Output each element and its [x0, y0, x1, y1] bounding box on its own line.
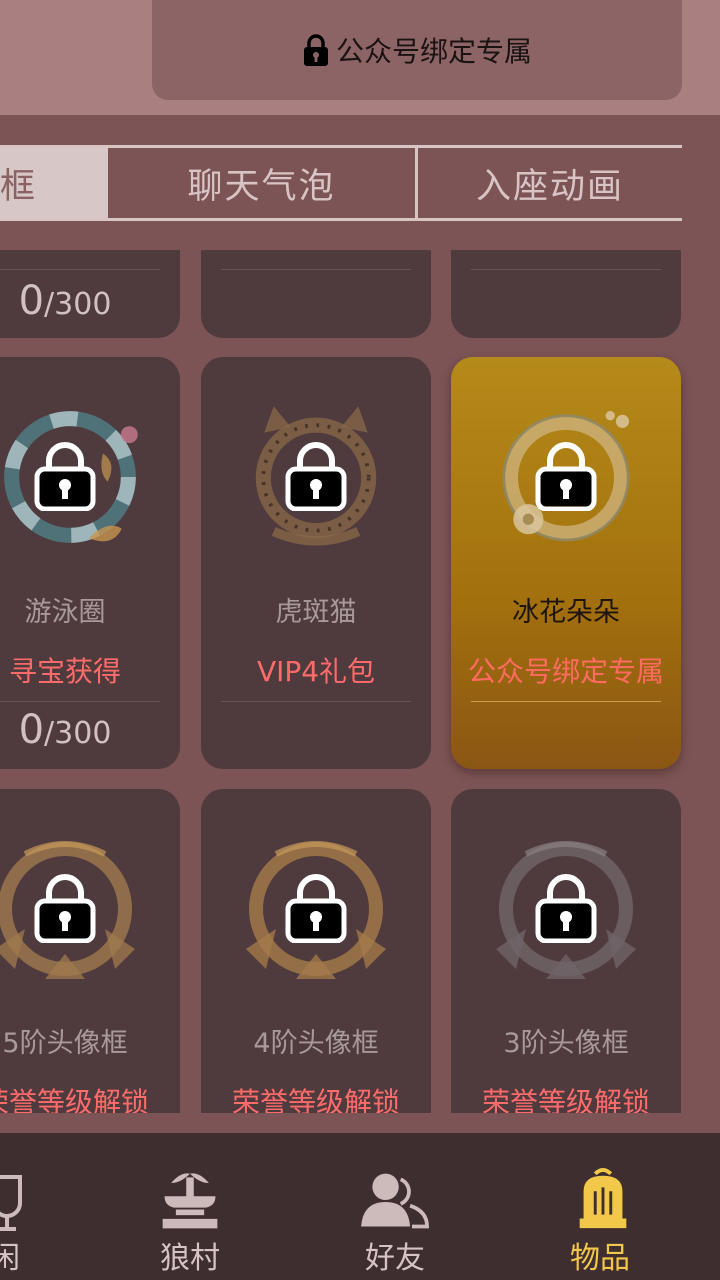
- fountain-icon: [162, 1173, 218, 1229]
- item-source: 荣誉等级解锁: [0, 1086, 149, 1113]
- item-source: 寻宝获得: [8, 655, 121, 688]
- progress-count: 0/300: [18, 278, 112, 324]
- nav-item-wolf-village[interactable]: 狼村: [140, 1133, 240, 1280]
- wechat-binding-banner[interactable]: 公众号绑定专属: [152, 0, 682, 100]
- item-card-tier3-frame[interactable]: 3阶头像框 荣誉等级解锁: [451, 789, 681, 1113]
- lock-icon: [535, 874, 597, 943]
- progress-count: 0/300: [18, 707, 112, 753]
- nav-item-friends[interactable]: 好友: [345, 1133, 445, 1280]
- item-card[interactable]: [201, 250, 431, 338]
- lock-icon: [285, 442, 347, 511]
- bottom-nav: 闲 狼村 好友 物品: [0, 1133, 720, 1280]
- item-card[interactable]: 0/300: [0, 250, 180, 338]
- tab-seat-animation[interactable]: 入座动画: [418, 148, 682, 218]
- lock-icon: [34, 442, 96, 511]
- lock-icon: [285, 874, 347, 943]
- cup-icon: [0, 1175, 22, 1231]
- friends-icon: [361, 1173, 429, 1229]
- lock-icon: [34, 874, 96, 943]
- item-grid: 0/300 游泳圈 寻宝获得 0/300 虎斑猫 VIP4礼包 冰花朵朵 公众号…: [0, 250, 720, 1113]
- banner-label: 公众号绑定专属: [335, 35, 532, 68]
- item-card-tiger-cat[interactable]: 虎斑猫 VIP4礼包: [201, 357, 431, 769]
- item-source: 荣誉等级解锁: [481, 1086, 650, 1113]
- item-source: 荣誉等级解锁: [231, 1086, 400, 1113]
- item-card-tier5-frame[interactable]: 5阶头像框 荣誉等级解锁: [0, 789, 180, 1113]
- card-divider: [0, 701, 160, 702]
- item-card-ice-flower[interactable]: 冰花朵朵 公众号绑定专属: [451, 357, 681, 769]
- bag-icon: [579, 1167, 627, 1229]
- item-source: 公众号绑定专属: [467, 655, 664, 688]
- category-tabs: 框 聊天气泡 入座动画: [0, 145, 682, 221]
- nav-item-items[interactable]: 物品: [555, 1133, 655, 1280]
- item-card[interactable]: [451, 250, 681, 338]
- tab-avatar-frame[interactable]: 框: [0, 148, 108, 218]
- nav-label: 闲: [0, 1241, 20, 1276]
- lock-icon: [535, 442, 597, 511]
- item-card-swim-ring[interactable]: 游泳圈 寻宝获得 0/300: [0, 357, 180, 769]
- item-name: 4阶头像框: [253, 1028, 379, 1059]
- item-name: 5阶头像框: [2, 1028, 128, 1059]
- nav-item-leisure[interactable]: 闲: [0, 1133, 60, 1280]
- item-source: VIP4礼包: [256, 655, 376, 688]
- nav-label: 好友: [365, 1241, 425, 1276]
- item-name: 虎斑猫: [275, 597, 357, 628]
- item-name: 3阶头像框: [503, 1028, 629, 1059]
- card-divider: [0, 269, 160, 270]
- item-name: 游泳圈: [24, 597, 106, 628]
- card-divider: [221, 701, 411, 702]
- card-divider: [221, 269, 411, 270]
- card-divider: [471, 269, 661, 270]
- tab-chat-bubble[interactable]: 聊天气泡: [108, 148, 418, 218]
- item-card-tier4-frame[interactable]: 4阶头像框 荣誉等级解锁: [201, 789, 431, 1113]
- lock-icon: [303, 34, 328, 66]
- nav-label: 狼村: [160, 1241, 220, 1276]
- card-divider: [471, 701, 661, 702]
- nav-label: 物品: [570, 1241, 630, 1276]
- item-name: 冰花朵朵: [512, 597, 620, 628]
